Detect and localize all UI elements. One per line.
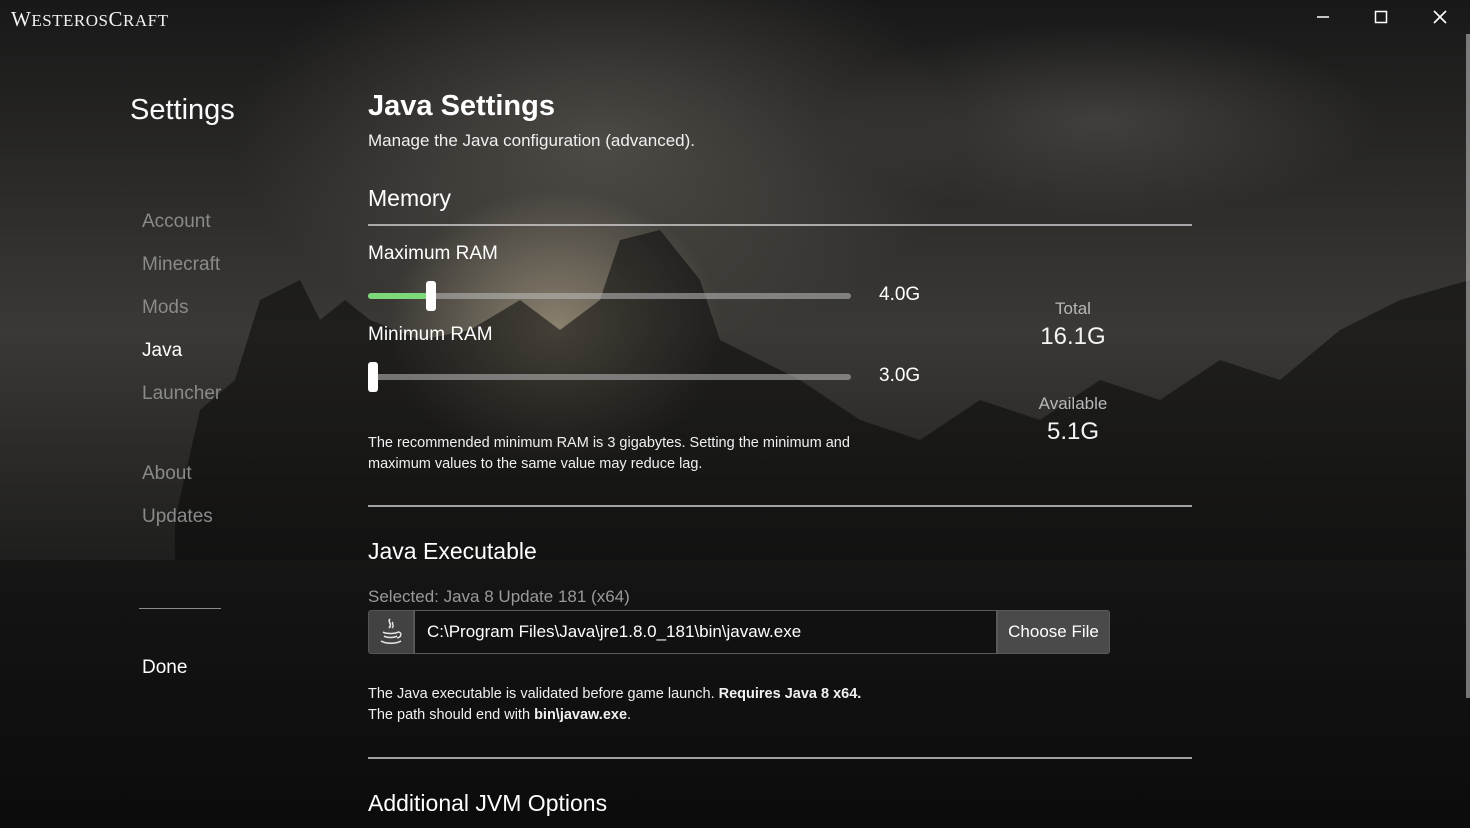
- scrollbar[interactable]: [1466, 34, 1470, 698]
- java-executable-heading: Java Executable: [368, 538, 537, 564]
- min-ram-label: Minimum RAM: [368, 324, 493, 345]
- min-ram-track: [368, 374, 851, 380]
- max-ram-label: Maximum RAM: [368, 243, 498, 264]
- close-icon: [1433, 10, 1447, 24]
- sidebar-item-account[interactable]: Account: [142, 211, 211, 233]
- done-button[interactable]: Done: [142, 657, 187, 679]
- memory-bottom-divider: [368, 505, 1192, 507]
- memory-heading: Memory: [368, 185, 452, 211]
- memory-note-line2: maximum values to the same value may red…: [368, 456, 703, 472]
- total-ram-value: 16.1G: [1040, 323, 1106, 350]
- page-title: Java Settings: [368, 90, 555, 122]
- java-executable-row: Choose File: [368, 610, 1110, 654]
- max-ram-value: 4.0G: [879, 284, 921, 305]
- java-executable-divider: [368, 757, 1192, 759]
- available-ram-label: Available: [1038, 394, 1108, 413]
- max-ram-slider[interactable]: [368, 281, 851, 311]
- java-path-input[interactable]: [414, 610, 997, 654]
- java-note-line1: The Java executable is validated before …: [368, 686, 862, 702]
- minimize-icon: [1317, 16, 1329, 18]
- choose-file-button[interactable]: Choose File: [997, 610, 1110, 654]
- maximize-icon: [1374, 10, 1388, 24]
- selected-java-label: Selected: Java 8 Update 181 (x64): [368, 587, 630, 606]
- sidebar-item-launcher[interactable]: Launcher: [142, 383, 221, 405]
- sidebar-title: Settings: [130, 94, 235, 126]
- sidebar-item-mods[interactable]: Mods: [142, 297, 188, 319]
- maximize-button[interactable]: [1352, 0, 1410, 34]
- memory-note-line1: The recommended minimum RAM is 3 gigabyt…: [368, 435, 850, 451]
- title-bar: WESTEROSCRAFT: [0, 0, 1470, 34]
- min-ram-value: 3.0G: [879, 365, 921, 386]
- memory-divider: [368, 224, 1192, 226]
- total-ram-label: Total: [1055, 299, 1091, 318]
- close-button[interactable]: [1411, 0, 1469, 34]
- java-icon-box: [368, 610, 414, 654]
- available-ram-value: 5.1G: [1046, 418, 1100, 445]
- max-ram-fill: [368, 293, 431, 299]
- minimize-button[interactable]: [1294, 0, 1352, 34]
- java-note-line2: The path should end with bin\javaw.exe.: [368, 707, 632, 723]
- jvm-options-heading: Additional JVM Options: [368, 790, 608, 816]
- sidebar-item-about[interactable]: About: [142, 463, 192, 485]
- sidebar-item-minecraft[interactable]: Minecraft: [142, 254, 220, 276]
- min-ram-slider[interactable]: [368, 362, 851, 392]
- max-ram-track: [368, 293, 851, 299]
- max-ram-thumb[interactable]: [426, 281, 436, 311]
- westeroscraft-logo: WESTEROSCRAFT: [11, 7, 169, 31]
- sidebar-item-java[interactable]: Java: [142, 340, 182, 362]
- sidebar-divider: [139, 608, 221, 609]
- sidebar-item-updates[interactable]: Updates: [142, 506, 213, 528]
- memory-note: The recommended minimum RAM is 3 gigabyt…: [368, 433, 850, 475]
- java-executable-note: The Java executable is validated before …: [368, 684, 861, 726]
- java-cup-icon: [380, 618, 402, 645]
- min-ram-thumb[interactable]: [368, 362, 378, 392]
- page-subtitle: Manage the Java configuration (advanced)…: [368, 131, 695, 150]
